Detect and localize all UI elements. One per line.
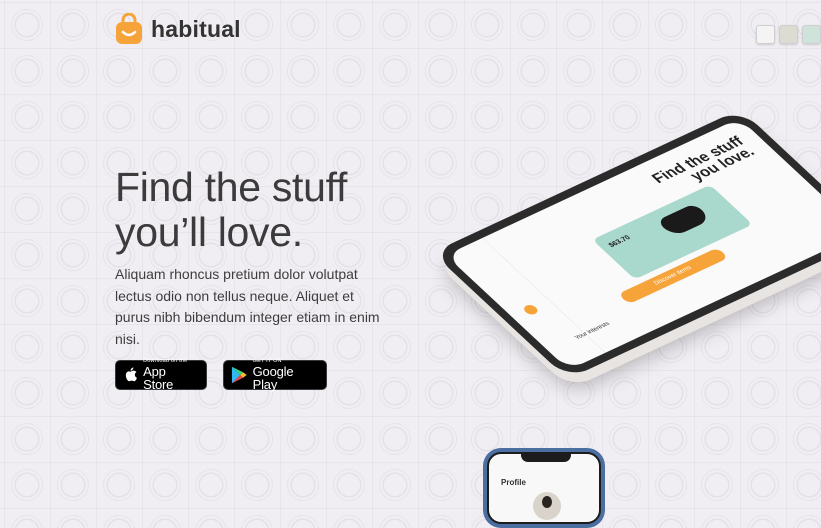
swatch-mint[interactable] — [802, 25, 821, 44]
store-badges: Download on the App Store GET IT ON Goog… — [115, 358, 415, 393]
color-swatches — [756, 25, 821, 44]
apple-icon — [125, 367, 137, 382]
brand-logo[interactable]: habitual — [115, 13, 241, 45]
profile-label: Profile — [501, 478, 526, 487]
google-play-label: Google Play — [252, 364, 294, 393]
avatar — [533, 492, 561, 520]
swatch-light[interactable] — [756, 25, 775, 44]
app-store-button[interactable]: Download on the App Store — [115, 358, 207, 393]
game-controller-image — [656, 203, 712, 238]
profile-phone-mockup: Profile — [483, 448, 605, 528]
google-play-icon — [231, 366, 247, 384]
app-store-label: App Store — [143, 364, 174, 393]
phone-notch — [521, 454, 571, 462]
headline-line-1: Find the stuff — [115, 164, 348, 210]
phone-screen: Find the stuff you love. $63.70 Discover… — [445, 118, 821, 370]
swatch-beige[interactable] — [779, 25, 798, 44]
avatar-head — [542, 496, 552, 508]
product-price: $63.70 — [607, 234, 633, 249]
shopping-bag-icon — [116, 13, 142, 44]
profile-phone-screen: Profile — [487, 452, 601, 524]
phone-tab-bar — [445, 237, 606, 370]
hero-description: Aliquam rhoncus pretium dolor volutpat l… — [115, 266, 380, 347]
phone-device: Find the stuff you love. $63.70 Discover… — [432, 108, 821, 380]
hero-headline: Find the stuff you’ll love. — [115, 165, 415, 255]
phone-mockup: Find the stuff you love. $63.70 Discover… — [432, 108, 821, 380]
hero-section: Find the stuff you’ll love. Aliquam rhon… — [115, 165, 415, 393]
tab-active-indicator — [521, 303, 541, 317]
google-play-button[interactable]: GET IT ON Google Play — [223, 358, 327, 393]
headline-line-2: you’ll love. — [115, 209, 303, 255]
brand-name: habitual — [151, 15, 241, 42]
product-card: $63.70 — [592, 184, 753, 280]
